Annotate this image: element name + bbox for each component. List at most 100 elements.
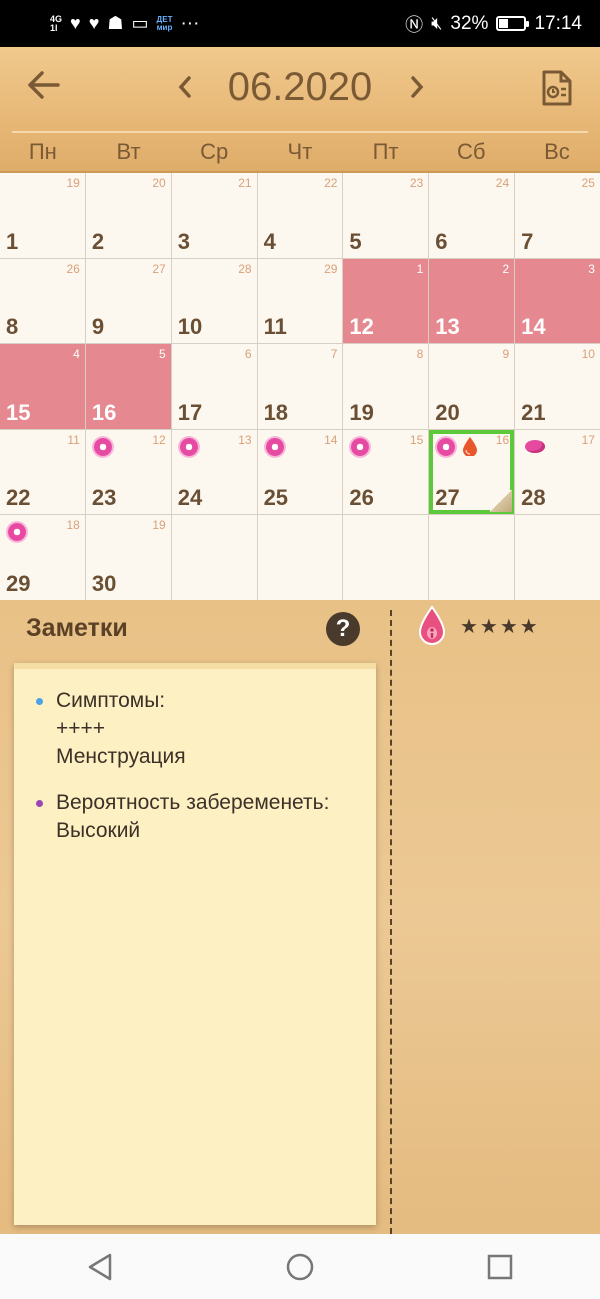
calendar-day-cell[interactable]: 16 27 <box>429 429 515 515</box>
battery-percent: 32% <box>450 12 489 34</box>
cycle-day-number: 19 <box>152 518 166 533</box>
calendar-day-cell[interactable]: 24 6 <box>429 173 515 258</box>
system-nav-bar <box>0 1234 600 1299</box>
calendar-day-cell[interactable]: 18 29 <box>0 515 85 600</box>
day-number: 28 <box>521 485 546 511</box>
calendar-day-cell[interactable]: 6 17 <box>171 344 257 429</box>
note-line: Симптомы: <box>56 689 166 712</box>
chevron-left-icon[interactable] <box>170 69 200 105</box>
weekday-label: Сб <box>457 139 486 164</box>
home-circle-icon[interactable] <box>280 1247 320 1287</box>
cycle-day-number: 19 <box>66 176 80 190</box>
moneybox-icon: ☗ <box>107 13 124 33</box>
calendar-day-cell[interactable]: 11 22 <box>0 429 85 515</box>
cycle-day-number: 14 <box>324 432 338 447</box>
cycle-day-number: 9 <box>502 347 510 362</box>
calendar-day-cell[interactable]: 13 24 <box>171 429 257 515</box>
notes-title: Заметки <box>26 614 128 642</box>
calendar-grid: 19 1 20 2 21 3 22 4 23 5 24 6 25 7 26 8 27 9 28 10 29 11 1 12 2 1… <box>0 173 600 600</box>
calendar-empty-cell <box>343 515 429 600</box>
day-number: 12 <box>349 314 374 340</box>
weekday-label: Вс <box>544 139 570 164</box>
cycle-day-number: 21 <box>238 176 252 190</box>
pill-icon <box>525 439 546 453</box>
help-icon[interactable]: ? <box>326 612 360 646</box>
clock: 17:14 <box>534 12 582 34</box>
day-number: 1 <box>6 228 19 254</box>
day-number: 19 <box>349 399 374 425</box>
day-number: 13 <box>435 314 460 340</box>
cycle-day-number: 1 <box>416 261 424 276</box>
blood-drop-icon <box>418 605 446 645</box>
cycle-day-number: 3 <box>588 261 595 276</box>
calendar-day-cell[interactable]: 7 18 <box>257 344 343 429</box>
weekday-label: Пт <box>372 139 399 164</box>
note-item: Вероятность забеременеть: Высокий <box>14 789 376 845</box>
calendar-day-cell[interactable]: 28 10 <box>171 258 257 344</box>
calendar-day-cell[interactable]: 22 4 <box>257 173 343 258</box>
calendar-day-cell[interactable]: 23 5 <box>343 173 429 258</box>
calendar-day-cell[interactable]: 29 11 <box>257 258 343 344</box>
calendar-day-cell[interactable]: 12 23 <box>85 429 171 515</box>
flower-icon <box>351 437 370 456</box>
calendar-empty-cell <box>515 515 600 600</box>
cycle-day-number: 29 <box>324 261 338 276</box>
calendar-day-cell[interactable]: 19 30 <box>85 515 171 600</box>
cycle-day-number: 16 <box>495 432 510 447</box>
calendar-day-cell[interactable]: 19 1 <box>0 173 85 258</box>
calendar-day-cell[interactable]: 15 26 <box>343 429 429 515</box>
cycle-day-number: 11 <box>67 432 80 447</box>
back-triangle-icon[interactable] <box>80 1247 120 1287</box>
page-curl-icon <box>490 490 513 513</box>
day-number: 8 <box>6 314 19 340</box>
document-report-icon[interactable] <box>540 69 574 107</box>
cycle-day-number: 17 <box>581 432 595 447</box>
flower-icon <box>93 437 112 456</box>
month-title: 06.2020 <box>227 65 373 109</box>
drop-icon <box>462 436 478 457</box>
calendar-day-cell[interactable]: 20 2 <box>85 173 171 258</box>
chevron-right-icon[interactable] <box>402 69 432 105</box>
calendar-day-cell[interactable]: 213 <box>171 173 257 258</box>
divider <box>390 610 392 1234</box>
day-number: 27 <box>435 485 460 511</box>
day-number: 25 <box>263 485 289 511</box>
note-item: Симптомы: ++++ Менструация <box>14 687 376 771</box>
recents-square-icon[interactable] <box>480 1247 520 1287</box>
weekday-label: Чт <box>287 139 313 164</box>
calendar-day-cell[interactable]: 25 7 <box>515 173 600 258</box>
status-left: 4G 1l ♥ ♥ ☗ ▭ ДЕТ мир ··· <box>50 13 199 35</box>
calendar-day-cell[interactable]: 17 28 <box>515 429 600 515</box>
note-line: Менструация <box>56 745 186 768</box>
day-number: 18 <box>263 399 289 425</box>
day-number: 29 <box>6 570 31 596</box>
cycle-day-number: 10 <box>581 347 595 362</box>
note-line: Вероятность забеременеть: <box>56 791 330 814</box>
cycle-day-number: 25 <box>581 176 595 190</box>
cycle-day-number: 28 <box>238 261 252 276</box>
calendar-day-cell[interactable]: 5 16 <box>85 344 171 429</box>
arrow-left-icon[interactable] <box>24 65 64 105</box>
notes-panel: Заметки ? ★★★★ Симптомы: ++++ Менструация В… <box>0 600 600 1234</box>
calendar-day-cell[interactable]: 9 20 <box>429 344 515 429</box>
day-number: 7 <box>521 228 534 254</box>
calendar-day-cell[interactable]: 27 9 <box>85 258 171 344</box>
calendar-day-cell[interactable]: 10 21 <box>515 344 600 429</box>
status-right: Ⓝ 🔇︎ 32% 17:14 <box>405 11 582 37</box>
flower-icon <box>179 437 198 456</box>
day-number: 17 <box>177 399 203 425</box>
flower-icon <box>8 523 26 542</box>
calendar-empty-cell <box>429 515 515 600</box>
calendar-day-cell[interactable]: 8 19 <box>343 344 429 429</box>
cycle-day-number: 27 <box>152 261 166 276</box>
day-number: 9 <box>91 314 105 340</box>
calendar-day-cell[interactable]: 3 14 <box>515 258 600 344</box>
calendar-day-cell[interactable]: 1 12 <box>343 258 429 344</box>
calendar-day-cell[interactable]: 213 <box>429 258 515 344</box>
cycle-day-number: 20 <box>152 176 166 190</box>
cycle-day-number: 4 <box>73 347 80 362</box>
calendar-day-cell[interactable]: 14 25 <box>257 429 343 515</box>
calendar-day-cell[interactable]: 26 8 <box>0 258 85 344</box>
day-number: 23 <box>91 485 117 511</box>
calendar-day-cell[interactable]: 4 15 <box>0 344 85 429</box>
